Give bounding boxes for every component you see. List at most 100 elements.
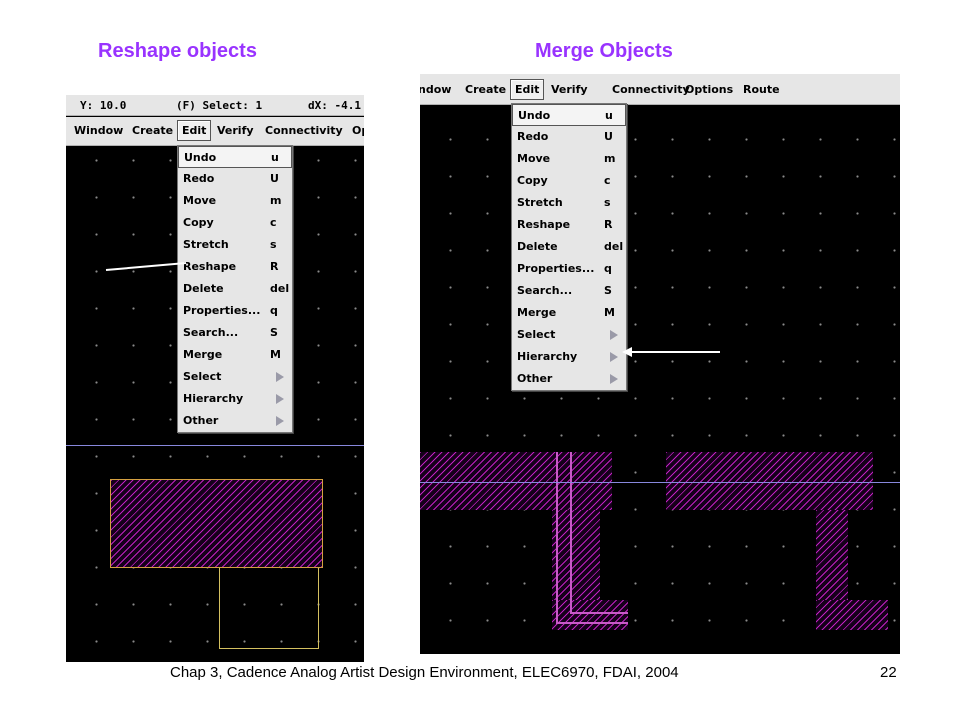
right-edit-dropdown: Undo u Redo U Move m Copy c Stretch s Reshape… — [511, 103, 627, 391]
merge-arrow-icon — [622, 347, 720, 357]
dd-label: Search... — [517, 284, 573, 297]
submenu-arrow-icon — [610, 352, 618, 362]
merged-shape-top[interactable] — [666, 452, 873, 510]
dd-accel: S — [604, 284, 612, 297]
dd-redo[interactable]: Redo U — [512, 126, 626, 148]
dd-label: Properties... — [517, 262, 595, 275]
dd-label: Redo — [517, 130, 549, 143]
dd-accel: s — [270, 238, 277, 251]
submenu-arrow-icon — [610, 330, 618, 340]
dd-accel: q — [270, 304, 278, 317]
dd-accel: S — [270, 326, 278, 339]
dd-label: Merge — [517, 306, 557, 319]
left-metal-rect[interactable] — [110, 479, 323, 568]
overlap-edge — [556, 452, 558, 622]
reshape-outline — [219, 568, 319, 649]
right-slide-title: Merge Objects — [535, 40, 673, 62]
menu-create[interactable]: Create — [132, 124, 173, 137]
reshape-arrow-icon — [105, 262, 187, 271]
dd-stretch[interactable]: Stretch s — [512, 192, 626, 214]
left-layout-window: Y: 10.0 (F) Select: 1 dX: -4.1 Window Cr… — [66, 95, 364, 662]
dd-select[interactable]: Select — [512, 324, 626, 346]
dd-undo[interactable]: Undo u — [512, 104, 626, 126]
menu-connectivity[interactable]: Connectivity — [265, 124, 343, 137]
submenu-arrow-icon — [276, 394, 284, 404]
dd-label: Reshape — [517, 218, 571, 231]
dd-properties[interactable]: Properties... q — [178, 300, 292, 322]
dd-accel: u — [605, 109, 613, 122]
menu-options[interactable]: Op — [352, 124, 364, 137]
callout-line-2: same layer only — [682, 398, 818, 418]
right-guide-line — [420, 482, 900, 483]
dd-label: Move — [183, 194, 217, 207]
dd-label: Delete — [517, 240, 558, 253]
dd-accel: m — [270, 194, 282, 207]
dd-copy[interactable]: Copy c — [178, 212, 292, 234]
dd-search[interactable]: Search... S — [178, 322, 292, 344]
merged-shape-foot[interactable] — [816, 600, 888, 630]
dd-move[interactable]: Move m — [512, 148, 626, 170]
dd-accel: R — [270, 260, 279, 273]
dd-label: Redo — [183, 172, 215, 185]
overlap-edge — [556, 622, 628, 624]
menu-edit[interactable]: Edit — [510, 79, 545, 100]
dd-accel: del — [270, 282, 290, 295]
menu-verify[interactable]: Verify — [551, 83, 588, 96]
dd-accel: U — [270, 172, 279, 185]
right-layout-window: ndow Create Edit Verify Connectivity Opt… — [420, 74, 900, 654]
dd-reshape[interactable]: Reshape R — [512, 214, 626, 236]
dd-label: Select — [183, 370, 222, 383]
dd-select[interactable]: Select — [178, 366, 292, 388]
merge-callout: Merge objects of same layer only — [682, 368, 825, 422]
dd-delete[interactable]: Delete del — [512, 236, 626, 258]
dd-label: Stretch — [517, 196, 563, 209]
dd-other[interactable]: Other — [512, 368, 626, 390]
merge-shape-left-foot[interactable] — [552, 600, 628, 630]
dd-reshape[interactable]: Reshape R — [178, 256, 292, 278]
dd-other[interactable]: Other — [178, 410, 292, 432]
dd-merge[interactable]: Merge M — [512, 302, 626, 324]
dd-label: Search... — [183, 326, 239, 339]
dd-label: Stretch — [183, 238, 229, 251]
merged-shape-stem[interactable] — [816, 510, 848, 602]
menu-options[interactable]: Options — [685, 83, 733, 96]
menu-window[interactable]: Window — [74, 124, 123, 137]
menu-create[interactable]: Create — [465, 83, 506, 96]
dd-label: Copy — [517, 174, 548, 187]
merge-shape-left-bar[interactable] — [420, 452, 612, 510]
slide-page-number: 22 — [880, 664, 897, 681]
dd-undo[interactable]: Undo u — [178, 146, 292, 168]
menu-connectivity[interactable]: Connectivity — [612, 83, 690, 96]
dd-hierarchy[interactable]: Hierarchy — [178, 388, 292, 410]
dd-copy[interactable]: Copy c — [512, 170, 626, 192]
right-menu-bar: ndow Create Edit Verify Connectivity Opt… — [420, 74, 900, 105]
dd-search[interactable]: Search... S — [512, 280, 626, 302]
dd-label: Undo — [518, 109, 551, 122]
status-y-coord: Y: 10.0 — [80, 99, 127, 112]
dd-merge[interactable]: Merge M — [178, 344, 292, 366]
dd-accel: c — [270, 216, 277, 229]
dd-delete[interactable]: Delete del — [178, 278, 292, 300]
dd-move[interactable]: Move m — [178, 190, 292, 212]
dd-properties[interactable]: Properties... q — [512, 258, 626, 280]
overlap-edge — [570, 612, 628, 614]
dd-label: Hierarchy — [183, 392, 244, 405]
left-slide-title: Reshape objects — [98, 40, 257, 62]
dd-label: Select — [517, 328, 556, 341]
dd-redo[interactable]: Redo U — [178, 168, 292, 190]
dd-accel: M — [270, 348, 281, 361]
dd-label: Delete — [183, 282, 224, 295]
dd-accel: R — [604, 218, 613, 231]
menu-route[interactable]: Route — [743, 83, 780, 96]
submenu-arrow-icon — [276, 372, 284, 382]
menu-verify[interactable]: Verify — [217, 124, 254, 137]
submenu-arrow-icon — [276, 416, 284, 426]
menu-window[interactable]: ndow — [420, 83, 451, 96]
dd-label: Other — [183, 414, 219, 427]
dd-hierarchy[interactable]: Hierarchy — [512, 346, 626, 368]
callout-line-1: Merge objects of — [682, 371, 826, 391]
menu-edit[interactable]: Edit — [177, 120, 212, 141]
dd-accel: u — [271, 151, 279, 164]
dd-accel: m — [604, 152, 616, 165]
dd-stretch[interactable]: Stretch s — [178, 234, 292, 256]
